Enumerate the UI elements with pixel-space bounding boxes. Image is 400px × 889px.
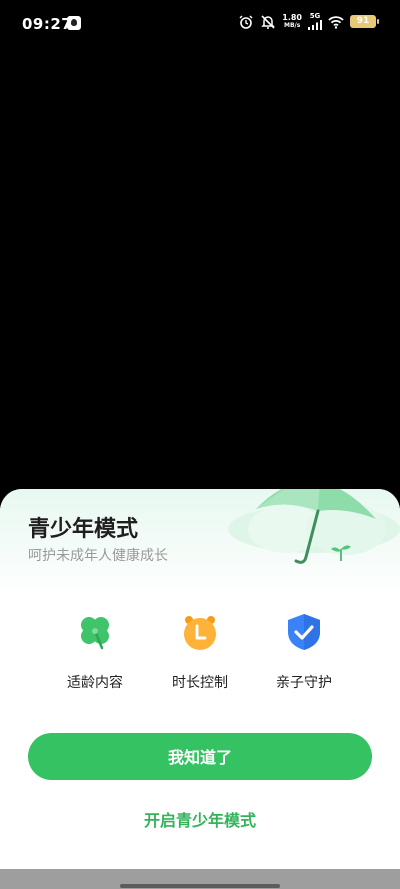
app-notification-icon: [67, 16, 81, 30]
alarm-icon: [239, 14, 253, 29]
feature-list: 适龄内容 时长控制 亲子守护: [0, 612, 400, 692]
feature-parental-guard: 亲子守护: [254, 612, 354, 692]
got-it-button[interactable]: 我知道了: [28, 733, 372, 780]
status-bar: 09:27 1.80 MB/s 5G 91: [0, 0, 400, 48]
status-time: 09:27: [22, 15, 73, 33]
feature-age-appropriate-content: 适龄内容: [45, 612, 145, 692]
net-speed: 1.80 MB/s: [282, 12, 302, 30]
sheet-title: 青少年模式: [28, 517, 139, 542]
shield-check-icon: [288, 614, 320, 650]
wifi-icon: [328, 15, 344, 29]
signal-icon: [308, 20, 322, 30]
net-speed-unit: MB/s: [283, 21, 301, 29]
clover-icon: [81, 617, 109, 650]
battery-level: 91: [356, 16, 370, 26]
alarm-clock-icon: [184, 616, 216, 650]
net-speed-value: 1.80: [282, 12, 302, 22]
feature-label: 亲子守护: [276, 675, 332, 691]
teen-mode-sheet: 青少年模式 呵护未成年人健康成长 适龄内容 时长控制 亲子守护 我知道了 开启青…: [0, 489, 400, 869]
feature-label: 适龄内容: [67, 675, 123, 691]
umbrella-cloud-illustration: [228, 489, 400, 564]
home-indicator[interactable]: [120, 884, 280, 888]
feature-label: 时长控制: [172, 675, 228, 691]
battery-icon: 91: [350, 15, 379, 28]
signal-group: 5G: [308, 13, 322, 30]
mute-bell-icon: [261, 14, 276, 29]
enable-teen-mode-link[interactable]: 开启青少年模式: [0, 807, 400, 831]
network-type: 5G: [309, 12, 321, 20]
sheet-subtitle: 呵护未成年人健康成长: [28, 548, 168, 564]
status-icons: 1.80 MB/s 5G 91: [238, 12, 379, 30]
feature-time-control: 时长控制: [150, 612, 250, 692]
